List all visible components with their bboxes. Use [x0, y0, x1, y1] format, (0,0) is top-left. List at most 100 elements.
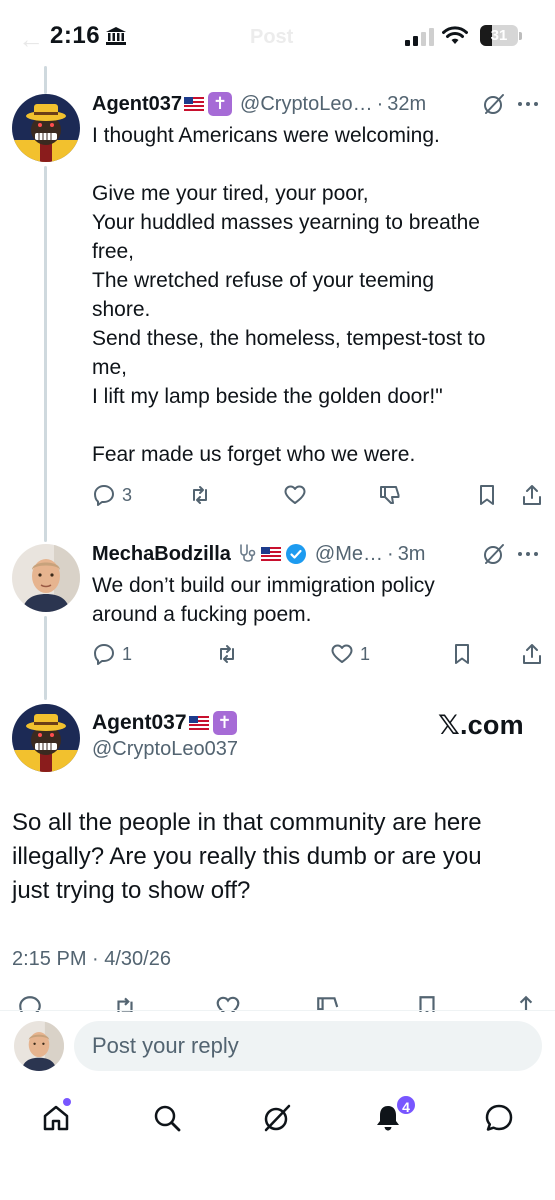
nav-grok[interactable]	[257, 1098, 297, 1138]
avatar[interactable]	[12, 94, 80, 162]
verified-badge-icon	[285, 544, 306, 564]
downvote-button[interactable]	[378, 480, 402, 510]
share-button[interactable]	[520, 480, 544, 510]
main-post-header: Agent037 ✝	[92, 708, 237, 738]
text-line: I thought Americans were welcoming.	[92, 124, 440, 147]
repost-button[interactable]	[215, 639, 245, 669]
avatar[interactable]	[12, 704, 80, 772]
bookmark-button[interactable]	[450, 639, 474, 669]
text-line: shore.	[92, 298, 151, 321]
reply-input[interactable]: Post your reply	[74, 1021, 542, 1071]
timestamp[interactable]: 3m	[398, 543, 426, 566]
my-avatar[interactable]	[14, 1021, 64, 1071]
tweet-actions: 1 1	[90, 639, 545, 669]
bottom-nav: 4	[0, 1090, 555, 1150]
display-name[interactable]: Agent037	[92, 711, 187, 735]
text-line: I lift my lamp beside the golden door!"	[92, 385, 443, 408]
display-name[interactable]: Agent037	[92, 93, 182, 116]
text-line: around a fucking poem.	[92, 603, 312, 626]
reply-icon	[94, 485, 114, 506]
heart-icon	[284, 485, 306, 504]
separator: ·	[376, 92, 384, 115]
thread-line	[44, 616, 47, 700]
handle[interactable]: @CryptoLeo037	[92, 738, 238, 761]
repost-icon	[220, 645, 234, 663]
text-line: illegally? Are you really this dumb or a…	[12, 843, 482, 870]
cross-icon: ✝	[208, 92, 233, 116]
tweet-header: MechaBodzilla @Me… · 3m	[92, 540, 425, 568]
reply-icon	[94, 644, 114, 665]
us-flag-icon	[260, 547, 281, 561]
bank-icon	[106, 27, 126, 45]
text-line: free,	[92, 240, 135, 263]
tweet-header: Agent037 ✝ @CryptoLeo… · 32m	[92, 90, 426, 118]
text-line	[92, 411, 542, 440]
back-arrow-icon[interactable]: ←	[18, 24, 44, 55]
tweet-text: We don’t build our immigration policy ar…	[92, 571, 542, 629]
home-icon	[43, 1105, 69, 1131]
avatar[interactable]	[12, 544, 80, 612]
text-line: Give me your tired, your poor,	[92, 182, 369, 205]
separator: ·	[387, 542, 394, 565]
share-icon	[523, 485, 541, 505]
stethoscope-icon	[240, 544, 256, 562]
display-name[interactable]: MechaBodzilla	[92, 543, 231, 566]
text-line: So all the people in that community are …	[12, 809, 482, 836]
grok-icon[interactable]	[482, 92, 506, 116]
text-line: me,	[92, 356, 128, 379]
cross-icon: ✝	[212, 711, 237, 735]
reply-button[interactable]: 3	[92, 480, 132, 510]
share-icon	[523, 644, 541, 664]
messages-icon	[485, 1104, 513, 1131]
post-timestamp[interactable]: 2:15 PM · 4/30/26	[12, 948, 171, 971]
wifi-icon	[442, 26, 468, 44]
grok-icon[interactable]	[482, 542, 506, 566]
like-button[interactable]	[283, 480, 313, 510]
nav-search[interactable]	[147, 1098, 187, 1138]
search-icon	[154, 1105, 181, 1132]
share-button[interactable]	[520, 639, 544, 669]
tweet-text: I thought Americans were welcoming. Give…	[92, 121, 542, 469]
thread-line	[44, 166, 47, 542]
x-com-watermark: 𝕏.com	[438, 710, 524, 740]
reply-count: 1	[122, 643, 133, 664]
home-indicator	[0, 1160, 555, 1200]
text-line: just trying to show off?	[12, 877, 251, 904]
text-line	[92, 150, 542, 179]
handle[interactable]: @CryptoLeo…	[240, 93, 373, 116]
grok-icon	[264, 1104, 291, 1132]
battery-percent: 31	[490, 27, 508, 44]
bookmark-icon	[480, 485, 494, 505]
text-line: Fear made us forget who we were.	[92, 443, 416, 466]
battery-indicator: 31	[480, 25, 518, 46]
reply-button[interactable]: 1	[92, 639, 132, 669]
bookmark-icon	[455, 644, 469, 664]
reply-count: 3	[122, 484, 133, 505]
battery-cap	[519, 32, 522, 40]
main-post-text: So all the people in that community are …	[12, 806, 542, 908]
repost-button[interactable]	[188, 480, 218, 510]
divider	[0, 1010, 555, 1011]
text-line: The wretched refuse of your teeming	[92, 269, 435, 292]
bookmark-button[interactable]	[475, 480, 499, 510]
timestamp[interactable]: 32m	[387, 93, 426, 116]
tweet-actions: 3	[90, 480, 545, 510]
more-options-icon[interactable]	[516, 100, 540, 108]
thread-line	[44, 66, 47, 94]
us-flag-icon	[184, 97, 205, 111]
text-line: Send these, the homeless, tempest-tost t…	[92, 327, 486, 350]
more-options-icon[interactable]	[516, 550, 540, 558]
thumbs-down-icon	[380, 486, 400, 504]
us-flag-icon	[188, 716, 209, 730]
like-button[interactable]: 1	[330, 639, 370, 669]
like-count: 1	[360, 643, 371, 664]
status-time: 2:16	[50, 22, 101, 49]
repost-icon	[193, 486, 207, 504]
cellular-signal-icon	[405, 28, 434, 46]
handle[interactable]: @Me…	[315, 543, 383, 566]
text-line: We don’t build our immigration policy	[92, 574, 435, 597]
notifications-badge: 4	[395, 1094, 417, 1116]
reply-placeholder: Post your reply	[92, 1033, 239, 1058]
page-title: Post	[250, 26, 294, 48]
nav-messages[interactable]	[479, 1098, 519, 1138]
